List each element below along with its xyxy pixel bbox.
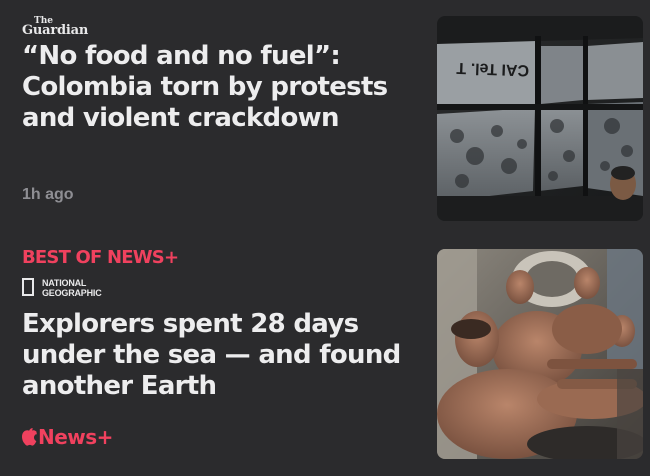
explorers-image: [437, 249, 643, 459]
story-thumbnail[interactable]: CAI Tel. T: [437, 16, 643, 221]
story-card-natgeo[interactable]: BEST OF NEWS+ NATIONAL GEOGRAPHIC Explor…: [0, 236, 650, 476]
natgeo-frame-icon: [22, 278, 34, 296]
story-card-guardian[interactable]: The Guardian “No food and no fuel”: Colo…: [0, 0, 650, 228]
apple-icon: [22, 428, 37, 446]
broken-window-image: CAI Tel. T: [437, 16, 643, 221]
story-headline[interactable]: “No food and no fuel”: Colombia torn by …: [22, 41, 402, 134]
story-headline[interactable]: Explorers spent 28 days under the sea — …: [22, 309, 402, 402]
news-plus-badge: News+: [22, 425, 113, 449]
story-thumbnail[interactable]: [437, 249, 643, 459]
story-timestamp: 1h ago: [22, 186, 74, 203]
publisher-logo-guardian: The Guardian: [22, 16, 89, 38]
best-of-news-plus-label: BEST OF NEWS+: [22, 247, 179, 268]
sign-text: CAI Tel. T: [456, 59, 529, 79]
